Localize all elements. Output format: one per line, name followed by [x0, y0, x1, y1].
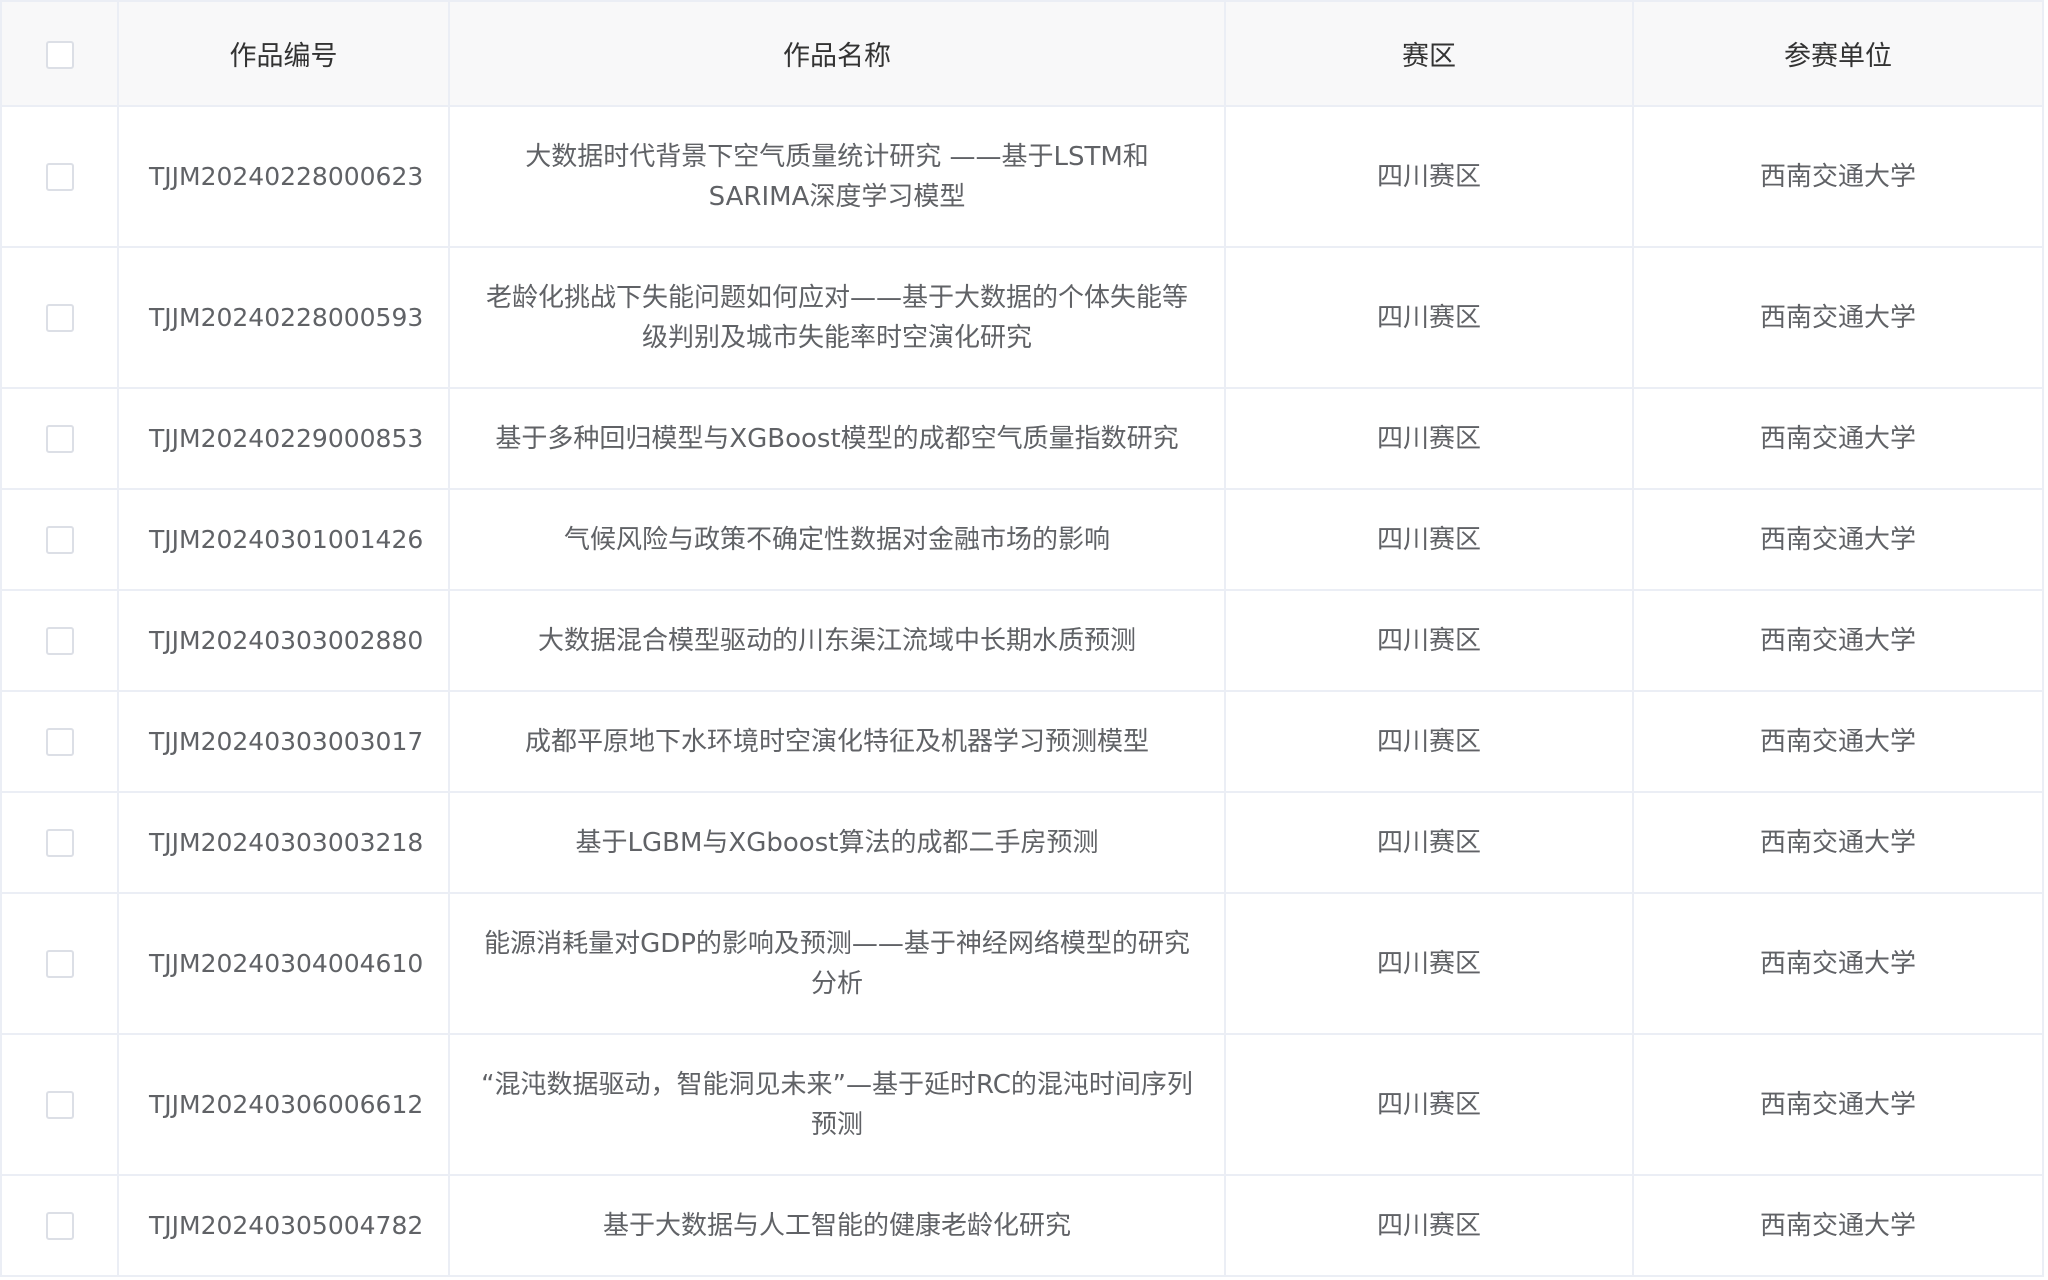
- row-checkbox[interactable]: [45, 526, 74, 554]
- table-row: TJJM20240228000623 大数据时代背景下空气质量统计研究 ——基于…: [0, 105, 2044, 248]
- table-body: TJJM20240228000623 大数据时代背景下空气质量统计研究 ——基于…: [0, 105, 2044, 1277]
- row-checkbox[interactable]: [45, 627, 74, 655]
- table-row: TJJM20240228000593 老龄化挑战下失能问题如何应对——基于大数据…: [0, 246, 2044, 389]
- work-id: TJJM20240305004782: [117, 1174, 450, 1277]
- column-header-unit: 参赛单位: [1632, 0, 2044, 107]
- work-region: 四川赛区: [1224, 589, 1634, 692]
- work-name: 气候风险与政策不确定性数据对金融市场的影响: [448, 488, 1226, 591]
- work-unit: 西南交通大学: [1632, 589, 2044, 692]
- work-id: TJJM20240303003017: [117, 690, 450, 793]
- work-unit: 西南交通大学: [1632, 1033, 2044, 1176]
- work-unit: 西南交通大学: [1632, 105, 2044, 248]
- work-id: TJJM20240303003218: [117, 791, 450, 894]
- header-checkbox-cell: [0, 0, 119, 107]
- row-checkbox-cell: [0, 1174, 119, 1277]
- row-checkbox-cell: [0, 1033, 119, 1176]
- row-checkbox-cell: [0, 589, 119, 692]
- work-region: 四川赛区: [1224, 105, 1634, 248]
- works-table-container: 作品编号 作品名称 赛区 参赛单位 TJJM20240228000623 大数据…: [0, 0, 2048, 1280]
- work-id: TJJM20240228000593: [117, 246, 450, 389]
- row-checkbox-cell: [0, 892, 119, 1035]
- select-all-checkbox[interactable]: [45, 40, 74, 69]
- work-name: “混沌数据驱动，智能洞见未来”—基于延时RC的混沌时间序列预测: [448, 1033, 1226, 1176]
- column-header-name: 作品名称: [448, 0, 1226, 107]
- work-name: 基于多种回归模型与XGBoost模型的成都空气质量指数研究: [448, 387, 1226, 490]
- work-unit: 西南交通大学: [1632, 791, 2044, 894]
- work-name: 基于大数据与人工智能的健康老龄化研究: [448, 1174, 1226, 1277]
- work-id: TJJM20240303002880: [117, 589, 450, 692]
- work-name: 大数据混合模型驱动的川东渠江流域中长期水质预测: [448, 589, 1226, 692]
- work-name: 基于LGBM与XGboost算法的成都二手房预测: [448, 791, 1226, 894]
- work-id: TJJM20240228000623: [117, 105, 450, 248]
- work-region: 四川赛区: [1224, 1033, 1634, 1176]
- work-region: 四川赛区: [1224, 690, 1634, 793]
- column-header-id: 作品编号: [117, 0, 450, 107]
- table-row: TJJM20240301001426 气候风险与政策不确定性数据对金融市场的影响…: [0, 488, 2044, 591]
- work-id: TJJM20240304004610: [117, 892, 450, 1035]
- work-id: TJJM20240306006612: [117, 1033, 450, 1176]
- row-checkbox[interactable]: [45, 304, 74, 332]
- table-row: TJJM20240304004610 能源消耗量对GDP的影响及预测——基于神经…: [0, 892, 2044, 1035]
- row-checkbox[interactable]: [45, 728, 74, 756]
- work-region: 四川赛区: [1224, 488, 1634, 591]
- row-checkbox-cell: [0, 246, 119, 389]
- work-id: TJJM20240229000853: [117, 387, 450, 490]
- row-checkbox[interactable]: [45, 163, 74, 191]
- table-row: TJJM20240306006612 “混沌数据驱动，智能洞见未来”—基于延时R…: [0, 1033, 2044, 1176]
- work-region: 四川赛区: [1224, 1174, 1634, 1277]
- row-checkbox[interactable]: [45, 425, 74, 453]
- work-region: 四川赛区: [1224, 892, 1634, 1035]
- table-row: TJJM20240305004782 基于大数据与人工智能的健康老龄化研究 四川…: [0, 1174, 2044, 1277]
- header-row: 作品编号 作品名称 赛区 参赛单位: [0, 0, 2044, 107]
- row-checkbox[interactable]: [45, 829, 74, 857]
- table-header: 作品编号 作品名称 赛区 参赛单位: [0, 0, 2044, 107]
- table-row: TJJM20240229000853 基于多种回归模型与XGBoost模型的成都…: [0, 387, 2044, 490]
- work-name: 成都平原地下水环境时空演化特征及机器学习预测模型: [448, 690, 1226, 793]
- work-name: 大数据时代背景下空气质量统计研究 ——基于LSTM和SARIMA深度学习模型: [448, 105, 1226, 248]
- row-checkbox-cell: [0, 488, 119, 591]
- row-checkbox[interactable]: [45, 1212, 74, 1240]
- work-region: 四川赛区: [1224, 387, 1634, 490]
- row-checkbox-cell: [0, 387, 119, 490]
- work-unit: 西南交通大学: [1632, 690, 2044, 793]
- row-checkbox-cell: [0, 105, 119, 248]
- table-row: TJJM20240303003017 成都平原地下水环境时空演化特征及机器学习预…: [0, 690, 2044, 793]
- work-region: 四川赛区: [1224, 791, 1634, 894]
- row-checkbox-cell: [0, 791, 119, 894]
- row-checkbox[interactable]: [45, 1091, 74, 1119]
- work-unit: 西南交通大学: [1632, 488, 2044, 591]
- work-id: TJJM20240301001426: [117, 488, 450, 591]
- works-table: 作品编号 作品名称 赛区 参赛单位 TJJM20240228000623 大数据…: [0, 0, 2044, 1277]
- table-row: TJJM20240303002880 大数据混合模型驱动的川东渠江流域中长期水质…: [0, 589, 2044, 692]
- row-checkbox-cell: [0, 690, 119, 793]
- work-unit: 西南交通大学: [1632, 246, 2044, 389]
- work-name: 能源消耗量对GDP的影响及预测——基于神经网络模型的研究分析: [448, 892, 1226, 1035]
- work-unit: 西南交通大学: [1632, 1174, 2044, 1277]
- column-header-region: 赛区: [1224, 0, 1634, 107]
- work-unit: 西南交通大学: [1632, 387, 2044, 490]
- work-unit: 西南交通大学: [1632, 892, 2044, 1035]
- row-checkbox[interactable]: [45, 950, 74, 978]
- work-region: 四川赛区: [1224, 246, 1634, 389]
- work-name: 老龄化挑战下失能问题如何应对——基于大数据的个体失能等级判别及城市失能率时空演化…: [448, 246, 1226, 389]
- table-row: TJJM20240303003218 基于LGBM与XGboost算法的成都二手…: [0, 791, 2044, 894]
